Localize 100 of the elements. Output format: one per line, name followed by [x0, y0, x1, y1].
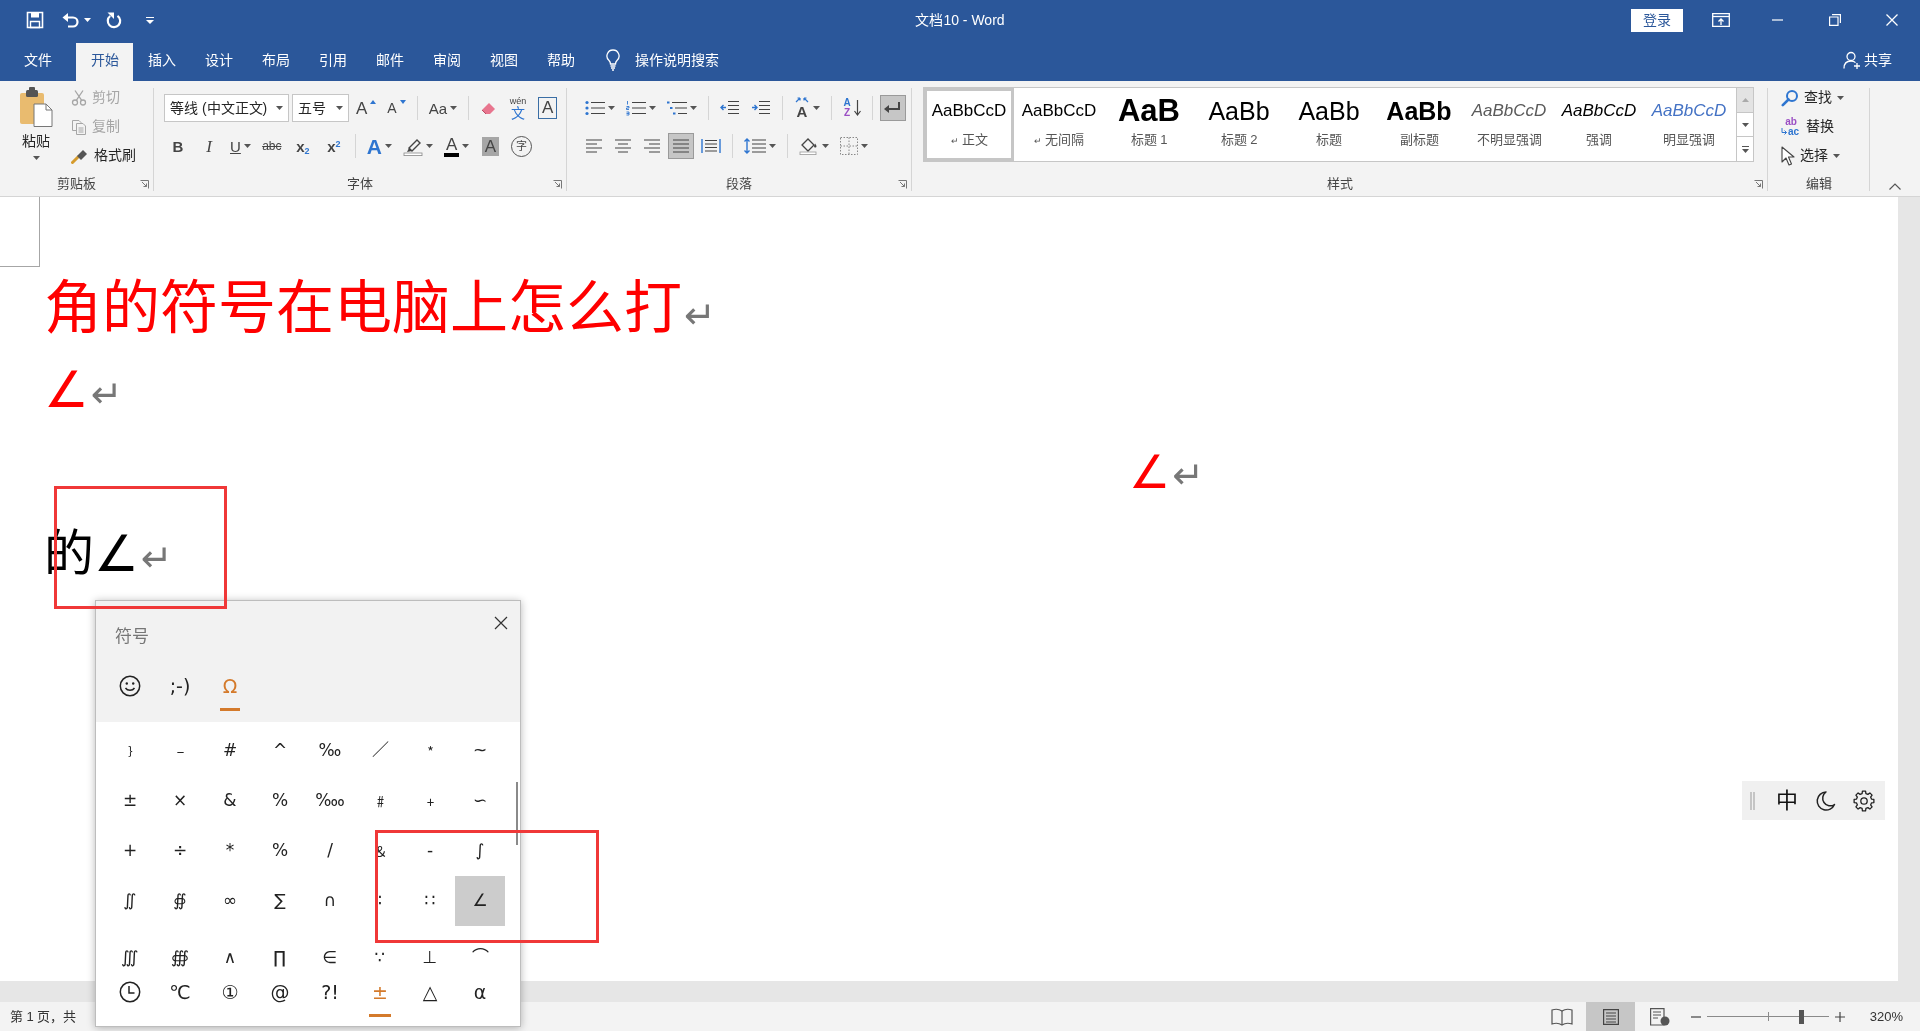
ribbon-tab[interactable]: 设计	[190, 43, 247, 81]
symbol-group-tab[interactable]: @	[255, 978, 305, 1017]
show-marks-button[interactable]	[880, 95, 906, 121]
symbol-cell[interactable]: /	[305, 826, 355, 876]
symbol-group-tab[interactable]: ?!	[305, 978, 355, 1017]
slider-thumb[interactable]	[1798, 1009, 1804, 1024]
symbol-group-tab[interactable]: ℃	[155, 978, 205, 1017]
symbol-type-tab[interactable]: ;-)	[160, 672, 200, 711]
underline-button[interactable]: U	[226, 133, 255, 159]
symbol-cell[interactable]: *	[205, 826, 255, 876]
symbol-cell[interactable]: ∑	[255, 876, 305, 926]
symbol-cell[interactable]: ‰	[305, 726, 355, 776]
symbol-cell[interactable]: ／	[355, 726, 405, 776]
symbol-cell[interactable]: &	[205, 776, 255, 826]
share-button[interactable]: 共享	[1843, 43, 1892, 81]
text-effects-button[interactable]: A	[362, 133, 396, 159]
symbol-cell[interactable]: %	[255, 776, 305, 826]
symbol-cell[interactable]: ﹡	[405, 726, 455, 776]
symbol-cell[interactable]: ∵	[355, 926, 405, 968]
scrollbar-thumb[interactable]	[516, 782, 518, 845]
subscript-button[interactable]: x$_{2}$	[288, 133, 317, 159]
symbol-group-tab[interactable]: α	[455, 978, 505, 1017]
shrink-font-button[interactable]: A	[383, 95, 410, 121]
symbol-cell[interactable]: -	[405, 826, 455, 876]
font-name-dropdown[interactable]: 等线 (中文正文)	[164, 94, 289, 122]
symbol-cell[interactable]: ﹢	[405, 776, 455, 826]
symbol-group-tab[interactable]: △	[405, 978, 455, 1017]
symbol-cell[interactable]: ﹟	[355, 776, 405, 826]
style-item[interactable]: AaBbCcD 明显强调	[1644, 88, 1734, 161]
asian-layout-button[interactable]: A	[790, 95, 824, 121]
style-item[interactable]: AaBbCcD ↵ 正文	[924, 88, 1014, 161]
sort-button[interactable]: A Z	[839, 95, 865, 121]
style-item[interactable]: AaBb 标题	[1284, 88, 1374, 161]
strikethrough-button[interactable]: abc	[257, 133, 286, 159]
ribbon-tab[interactable]: 帮助	[532, 43, 589, 81]
italic-button[interactable]: I	[195, 133, 223, 159]
symbol-cell[interactable]: ∭	[105, 926, 155, 968]
dialog-launcher-button[interactable]	[1754, 179, 1763, 189]
symbol-cell[interactable]: ∰	[155, 926, 205, 968]
ribbon-tab[interactable]: 文件	[9, 43, 66, 81]
symbol-cell[interactable]: +	[105, 826, 155, 876]
symbol-cell[interactable]: ×	[155, 776, 205, 826]
dialog-launcher-button[interactable]	[898, 179, 907, 189]
symbol-cell[interactable]: ‱	[305, 776, 355, 826]
symbol-cell[interactable]: ⊥	[405, 926, 455, 968]
find-button[interactable]: 查找	[1778, 83, 1869, 112]
symbol-cell[interactable]: ÷	[155, 826, 205, 876]
symbol-cell[interactable]: #	[205, 726, 255, 776]
bold-button[interactable]: B	[164, 133, 192, 159]
font-size-dropdown[interactable]: 五号	[292, 94, 349, 122]
symbol-cell[interactable]: ∏	[255, 926, 305, 968]
tell-me-button[interactable]: 操作说明搜索	[606, 43, 719, 81]
symbol-cell[interactable]: ∽	[455, 776, 505, 826]
symbol-cell[interactable]: ∠	[455, 876, 505, 926]
input-mode-button[interactable]: 中	[1772, 784, 1802, 817]
symbol-cell[interactable]: ∩	[305, 876, 355, 926]
format-painter-button[interactable]: 格式刷	[68, 141, 139, 170]
change-case-button[interactable]: Aa	[424, 95, 462, 121]
zoom-percentage-button[interactable]: 320%	[1847, 1006, 1903, 1027]
symbol-cell[interactable]: ﹜	[105, 726, 155, 776]
style-item[interactable]: AaBbCcD 强调	[1554, 88, 1644, 161]
print-layout-button[interactable]	[1586, 1002, 1635, 1031]
paste-button[interactable]: 粘贴	[10, 81, 62, 169]
symbol-cell[interactable]: ∯	[155, 876, 205, 926]
ribbon-tab[interactable]: 审阅	[418, 43, 475, 81]
symbol-group-tab[interactable]: ①	[205, 978, 255, 1017]
dialog-launcher-button[interactable]	[140, 179, 149, 189]
style-item[interactable]: AaBbCcD ↵ 无间隔	[1014, 88, 1104, 161]
ribbon-tab[interactable]: 布局	[247, 43, 304, 81]
symbol-cell[interactable]: ∶	[355, 876, 405, 926]
ribbon-tab[interactable]: 插入	[133, 43, 190, 81]
symbol-cell[interactable]: ∈	[305, 926, 355, 968]
dialog-launcher-button[interactable]	[553, 179, 562, 189]
select-button[interactable]: 选择	[1778, 141, 1869, 170]
symbol-cell[interactable]: ∫	[455, 826, 505, 876]
font-color-button[interactable]: A	[440, 133, 474, 159]
ribbon-tab[interactable]: 引用	[304, 43, 361, 81]
symbol-cell[interactable]: ∬	[105, 876, 155, 926]
ribbon-tab[interactable]: 邮件	[361, 43, 418, 81]
style-item[interactable]: AaBb 副标题	[1374, 88, 1464, 161]
superscript-button[interactable]: x$^{2}$	[319, 133, 348, 159]
collapse-ribbon-button[interactable]	[1887, 181, 1903, 192]
symbol-cell[interactable]: %	[255, 826, 305, 876]
zoom-slider[interactable]	[1707, 1008, 1829, 1025]
symbol-cell[interactable]: ∷	[405, 876, 455, 926]
symbol-cell[interactable]: ∞	[205, 876, 255, 926]
grow-font-button[interactable]: A	[352, 95, 381, 121]
symbol-cell[interactable]: ^	[255, 726, 305, 776]
sign-in-button[interactable]: 登录	[1631, 8, 1683, 32]
symbol-cell[interactable]: ~	[455, 726, 505, 776]
symbol-cell[interactable]: ﹣	[155, 726, 205, 776]
phonetic-guide-button[interactable]: wén 文	[505, 95, 532, 121]
ribbon-tab[interactable]: 开始	[76, 43, 133, 81]
symbol-cell[interactable]: ⌒	[455, 926, 505, 968]
style-item[interactable]: AaB 标题 1	[1104, 88, 1194, 161]
style-item[interactable]: AaBbCcD 不明显强调	[1464, 88, 1554, 161]
symbol-cell[interactable]: ∧	[205, 926, 255, 968]
ribbon-tab[interactable]: 视图	[475, 43, 532, 81]
style-item[interactable]: AaBb 标题 2	[1194, 88, 1284, 161]
symbol-cell[interactable]: ±	[105, 776, 155, 826]
